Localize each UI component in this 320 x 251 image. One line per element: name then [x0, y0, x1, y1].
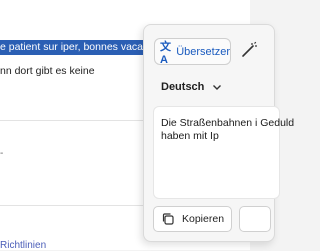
copy-button[interactable]: Kopieren	[153, 206, 232, 232]
translation-text: Die Straßenbahnen i Geduld haben mit Ip	[161, 117, 295, 142]
language-label: Deutsch	[161, 81, 205, 93]
document-stub-text: -	[0, 148, 4, 159]
secondary-action-button[interactable]	[239, 206, 271, 232]
tab-translator[interactable]: 文A Übersetzer	[154, 38, 231, 66]
translation-output[interactable]: Die Straßenbahnen i Geduld haben mit Ip	[153, 106, 294, 199]
translator-panel: 文A Übersetzer Deutsch Die Straßenbahnen …	[143, 24, 294, 242]
divider	[0, 120, 145, 121]
magic-wand-icon[interactable]	[239, 40, 259, 60]
footer-link[interactable]: Richtlinien	[0, 240, 46, 251]
language-selector[interactable]: Deutsch	[153, 74, 233, 100]
tab-translator-label: Übersetzer	[176, 45, 230, 58]
copy-icon	[161, 212, 175, 226]
copy-button-label: Kopieren	[182, 213, 225, 225]
translate-icon: 文A	[160, 40, 171, 66]
divider	[0, 205, 145, 206]
chevron-down-icon	[212, 82, 222, 92]
document-text-line: nn dort gibt es keine	[0, 65, 95, 77]
